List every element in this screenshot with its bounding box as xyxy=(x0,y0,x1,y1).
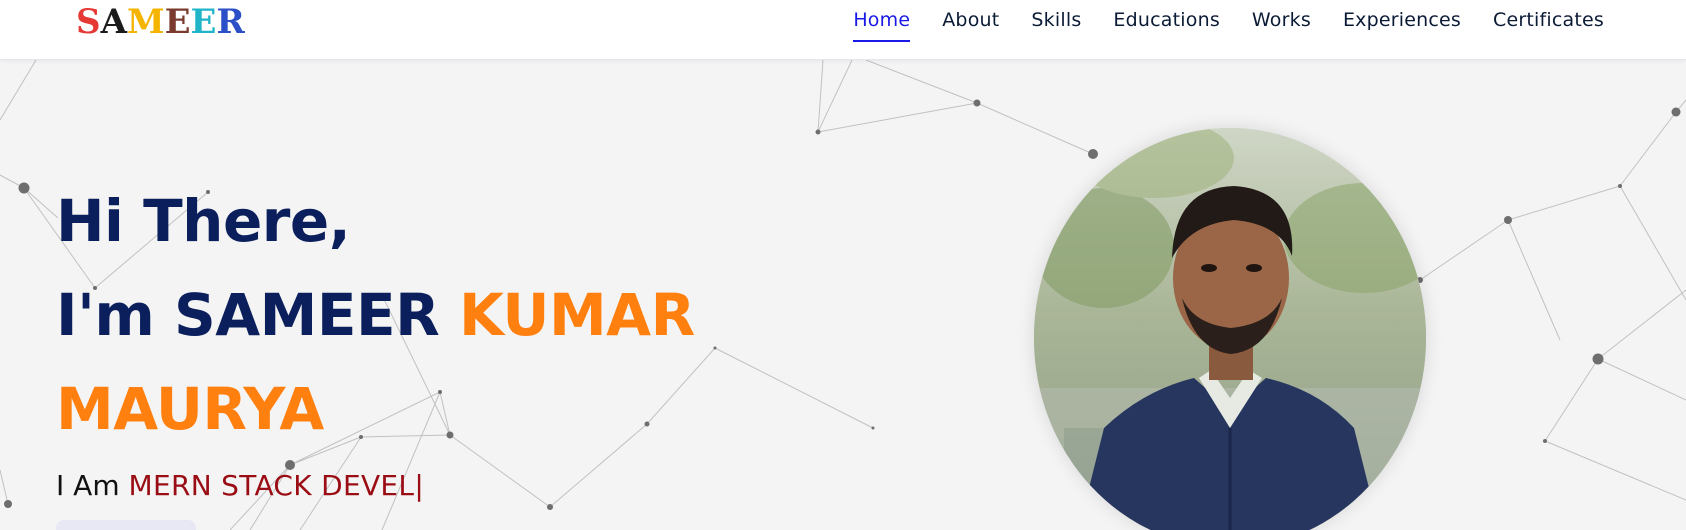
hero-greeting: Hi There, xyxy=(56,187,351,255)
typed-role: MERN STACK DEVEL xyxy=(128,469,415,502)
logo-letter: E xyxy=(190,2,217,42)
logo-letter: S xyxy=(76,2,101,42)
nav-item-educations[interactable]: Educations xyxy=(1113,0,1220,42)
hero-section: Hi There, I'm SAMEER KUMAR MAURYA I Am M… xyxy=(0,60,1686,530)
logo-letter: R xyxy=(216,2,245,42)
logo-letter: M xyxy=(126,2,165,42)
nav-item-experiences[interactable]: Experiences xyxy=(1343,0,1461,42)
nav-item-home[interactable]: Home xyxy=(853,0,911,42)
profile-photo-illustration xyxy=(1034,128,1426,530)
typing-cursor: | xyxy=(414,469,424,502)
nav-item-certificates[interactable]: Certificates xyxy=(1493,0,1604,42)
hero-intro: I'm SAMEER KUMAR xyxy=(56,268,695,362)
logo-letter: A xyxy=(100,2,127,42)
decorative-strip xyxy=(56,520,196,530)
nav-item-skills[interactable]: Skills xyxy=(1031,0,1081,42)
typed-role-line: I Am MERN STACK DEVEL| xyxy=(56,466,424,506)
nav-item-about[interactable]: About xyxy=(942,0,999,42)
nav-links: Home About Skills Educations Works Exper… xyxy=(821,0,1604,42)
hero-intro-prefix: I'm SAMEER xyxy=(56,281,459,349)
navbar: SAMEER Home About Skills Educations Work… xyxy=(0,0,1686,60)
profile-photo xyxy=(1034,128,1426,530)
typed-prefix: I Am xyxy=(56,469,129,502)
brand-logo[interactable]: SAMEER xyxy=(76,2,245,42)
nav-item-works[interactable]: Works xyxy=(1252,0,1311,42)
logo-letter: E xyxy=(164,2,191,42)
hero-name-highlight: KUMAR xyxy=(458,281,695,349)
hero-name-last: MAURYA xyxy=(56,375,324,443)
